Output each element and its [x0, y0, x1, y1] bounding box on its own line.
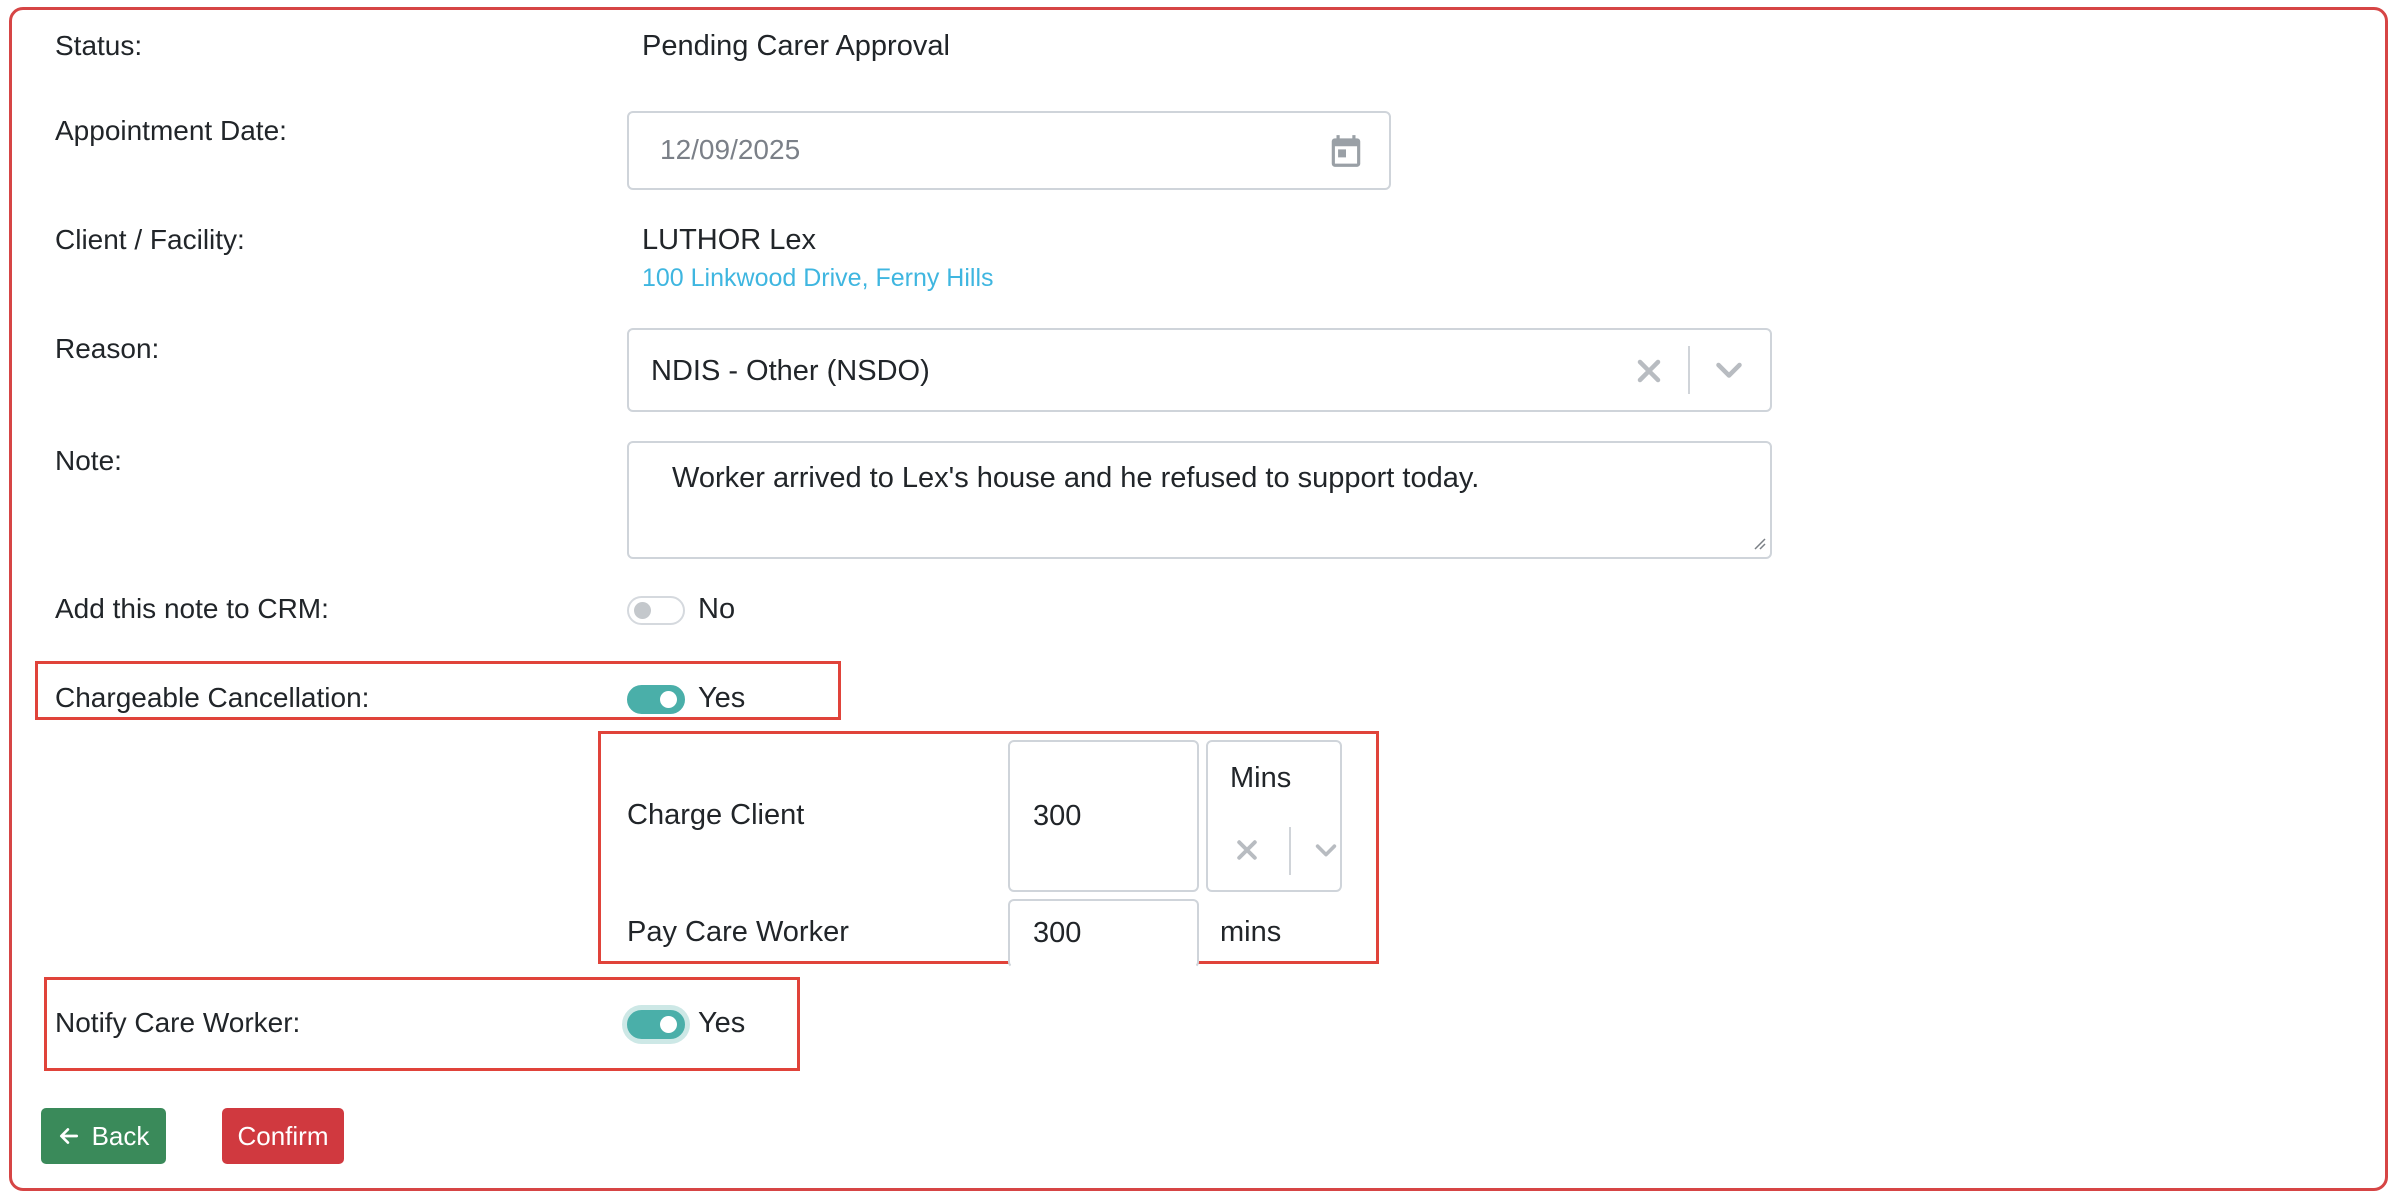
toggle-knob: [660, 691, 677, 708]
reason-selected-value: NDIS - Other (NSDO): [651, 355, 930, 387]
notify-label: Notify Care Worker:: [55, 1007, 301, 1038]
pay-worker-value: 300: [1033, 917, 1082, 949]
confirm-button[interactable]: Confirm: [222, 1108, 344, 1164]
appointment-date-value: 12/09/2025: [660, 134, 801, 165]
charge-unit-value: Mins: [1230, 762, 1292, 794]
chargeable-toggle[interactable]: [627, 685, 685, 714]
chevron-down-icon[interactable]: [1714, 358, 1744, 389]
notify-toggle[interactable]: [627, 1010, 685, 1039]
charge-client-input[interactable]: 300: [1008, 740, 1199, 892]
charge-unit-select[interactable]: Mins: [1206, 740, 1342, 892]
select-separator: [1688, 346, 1690, 394]
chargeable-toggle-value: Yes: [698, 682, 746, 714]
notify-toggle-value: Yes: [698, 1007, 746, 1039]
client-name: LUTHOR Lex: [642, 224, 817, 256]
status-label: Status:: [55, 30, 143, 61]
pay-worker-label: Pay Care Worker: [627, 916, 849, 948]
charge-client-value: 300: [1033, 800, 1082, 832]
crm-toggle-value: No: [698, 593, 736, 625]
charge-client-label: Charge Client: [627, 799, 805, 831]
select-separator: [1289, 827, 1291, 875]
pay-unit-label: mins: [1220, 916, 1282, 948]
pay-worker-input[interactable]: 300: [1008, 899, 1199, 968]
confirm-button-label: Confirm: [237, 1120, 329, 1151]
reason-select[interactable]: NDIS - Other (NSDO): [627, 328, 1772, 412]
clear-x-icon[interactable]: [1634, 356, 1664, 391]
toggle-knob: [660, 1016, 677, 1033]
chargeable-label: Chargeable Cancellation:: [55, 682, 370, 713]
appointment-date-label: Appointment Date:: [55, 115, 287, 146]
status-value: Pending Carer Approval: [642, 30, 950, 62]
note-text: Worker arrived to Lex's house and he ref…: [672, 462, 1480, 494]
note-textarea[interactable]: Worker arrived to Lex's house and he ref…: [627, 441, 1772, 559]
note-label: Note:: [55, 445, 122, 476]
chevron-down-icon[interactable]: [1314, 840, 1338, 867]
reason-label: Reason:: [55, 333, 160, 364]
arrow-left-icon: [58, 1125, 80, 1147]
calendar-icon[interactable]: [1327, 131, 1365, 176]
toggle-knob: [634, 602, 651, 619]
client-facility-label: Client / Facility:: [55, 224, 245, 255]
resize-handle-icon[interactable]: [1750, 534, 1766, 555]
appointment-date-input[interactable]: 12/09/2025: [627, 111, 1391, 190]
clear-x-icon[interactable]: [1234, 837, 1260, 868]
back-button-label: Back: [91, 1120, 150, 1151]
client-address-link[interactable]: 100 Linkwood Drive, Ferny Hills: [642, 264, 994, 293]
crm-label: Add this note to CRM:: [55, 593, 329, 624]
back-button[interactable]: Back: [41, 1108, 166, 1164]
crm-toggle[interactable]: [627, 596, 685, 625]
